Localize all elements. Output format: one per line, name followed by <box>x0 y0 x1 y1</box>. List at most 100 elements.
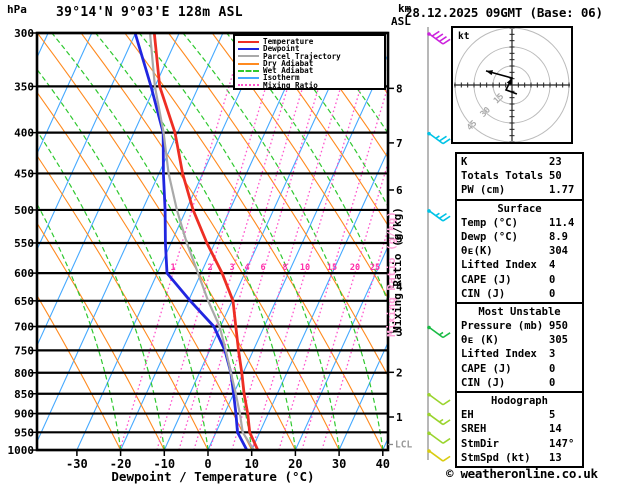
table-row-value: 5 <box>549 409 556 422</box>
mixing-ratio-line <box>251 33 378 450</box>
table-row-value: 0 <box>549 362 556 375</box>
table-row: CIN (J) 0 <box>457 287 582 301</box>
table-row-value: 4 <box>549 259 556 272</box>
table-row-value: 23 <box>549 156 562 168</box>
svg-text:800: 800 <box>14 367 34 380</box>
station-title: 39°14'N 9°03'E 128m ASL <box>56 5 243 20</box>
svg-text:8: 8 <box>396 82 403 95</box>
svg-text:6: 6 <box>260 263 265 273</box>
table-row-value: 14 <box>549 423 562 436</box>
svg-text:40: 40 <box>376 457 390 471</box>
copyright: © weatheronline.co.uk <box>446 466 598 481</box>
svg-text:400: 400 <box>14 127 34 140</box>
svg-text:1: 1 <box>396 411 403 424</box>
table-row-value: 305 <box>549 334 568 347</box>
table-row-value: 1.77 <box>549 184 575 197</box>
svg-text:350: 350 <box>14 80 34 93</box>
svg-text:4: 4 <box>244 263 249 273</box>
datetime-title: 28.12.2025 09GMT (Base: 06) <box>405 5 603 20</box>
dry-adiabat-line <box>211 33 388 299</box>
svg-text:3: 3 <box>229 263 234 273</box>
isotherm-line <box>37 33 224 443</box>
table-section-header: Hodograph <box>491 395 548 407</box>
wind-barb <box>427 131 451 145</box>
table-row-label: Temp (°C) <box>461 216 518 229</box>
wind-barb-column <box>427 27 451 462</box>
svg-text:700: 700 <box>14 321 34 334</box>
table-row: EH 5 <box>457 408 582 422</box>
svg-text:-30: -30 <box>66 457 88 471</box>
legend-line-sample <box>238 55 259 58</box>
pressure-gridlines <box>37 31 388 452</box>
wet-adiabat-line <box>95 33 297 450</box>
isotherm-line <box>120 33 311 450</box>
hodograph: 153045kt <box>451 26 573 144</box>
table-row-value: 147° <box>549 437 575 450</box>
legend-item: Wet Adiabat <box>238 67 384 75</box>
svg-text:750: 750 <box>14 344 34 357</box>
table-row-label: StmDir <box>461 437 499 450</box>
wind-barb <box>427 325 451 339</box>
skewt-app: 1 2 3 4 6 8 10 15 20 25 300 350 400 450 500 550 600 650 70… <box>0 0 629 486</box>
table-row: PW (cm) 1.77 <box>457 183 582 197</box>
svg-text:LCL: LCL <box>395 439 412 450</box>
wind-barb <box>427 30 451 45</box>
table-row: Temp (°C) 11.4 <box>457 216 582 230</box>
table-row-value: 0 <box>549 273 556 286</box>
table-row-label: CIN (J) <box>461 376 506 389</box>
pressure-axis: 300 350 400 450 500 550 600 650 700 750 800 850 900 9… <box>8 27 37 457</box>
wet-adiabat-line <box>576 33 629 450</box>
curve-dewpoint <box>133 33 249 450</box>
svg-text:950: 950 <box>14 426 34 439</box>
legend-line-sample <box>238 77 259 80</box>
svg-text:Dewpoint / Temperature (°C): Dewpoint / Temperature (°C) <box>111 469 314 484</box>
table-section-header: Surface <box>497 202 542 215</box>
table-row-value: 0 <box>549 287 556 300</box>
wind-barb <box>427 412 451 426</box>
svg-text:550: 550 <box>14 237 34 250</box>
table-row: Lifted Index 4 <box>457 258 582 272</box>
isotherm-line <box>0 33 4 450</box>
temperature-axis: -30 -20 -10 0 10 20 30 40Dewpoint / Temperature… <box>66 450 390 484</box>
legend-line-sample <box>238 62 259 65</box>
isotherm-line <box>207 53 388 450</box>
table-row-value: 11.4 <box>549 216 575 229</box>
table-row-label: PW (cm) <box>461 184 506 197</box>
table-row-value: 50 <box>549 170 562 183</box>
mixing-ratio-line <box>231 33 358 450</box>
svg-text:1: 1 <box>170 263 175 273</box>
svg-text:10: 10 <box>300 263 310 273</box>
table-row-label: Totals Totals <box>461 170 544 183</box>
legend-line-sample <box>238 40 259 43</box>
svg-text:8: 8 <box>282 263 287 273</box>
legend-line-sample <box>238 69 259 72</box>
svg-text:850: 850 <box>14 388 34 401</box>
table-row: K 23 <box>457 155 582 169</box>
pressure-unit-label: hPa <box>7 3 27 16</box>
svg-text:1000: 1000 <box>8 444 35 457</box>
svg-text:2: 2 <box>207 263 212 273</box>
table-row: Totals Totals 50 <box>457 169 582 183</box>
table-row-label: Lifted Index <box>461 259 537 272</box>
svg-text:650: 650 <box>14 295 34 308</box>
legend: Temperature Dewpoint Parcel Trajectory Dry … <box>233 34 386 90</box>
table-row: SREH 14 <box>457 422 582 436</box>
mixing-ratio-line <box>209 33 336 450</box>
table-row: θᴇ (K) 305 <box>457 333 582 347</box>
legend-line-sample <box>238 84 259 87</box>
table-row-label: θᴇ (K) <box>461 334 499 347</box>
table-row: CAPE (J) 0 <box>457 362 582 376</box>
table-row-value: 8.9 <box>549 230 568 243</box>
svg-text:6: 6 <box>396 184 403 197</box>
wet-adiabat-line <box>138 33 340 450</box>
table-row-value: 304 <box>549 245 568 258</box>
table-row-label: SREH <box>461 423 487 436</box>
table-row: StmDir 147° <box>457 437 582 451</box>
isotherm-line <box>76 33 268 450</box>
svg-text:300: 300 <box>14 27 34 40</box>
table-row-label: EH <box>461 409 474 422</box>
mixing-ratio-line <box>301 160 388 450</box>
table-row-label: θᴇ(K) <box>461 245 493 258</box>
isotherm-line <box>163 33 355 450</box>
isotherm-line <box>251 149 388 450</box>
